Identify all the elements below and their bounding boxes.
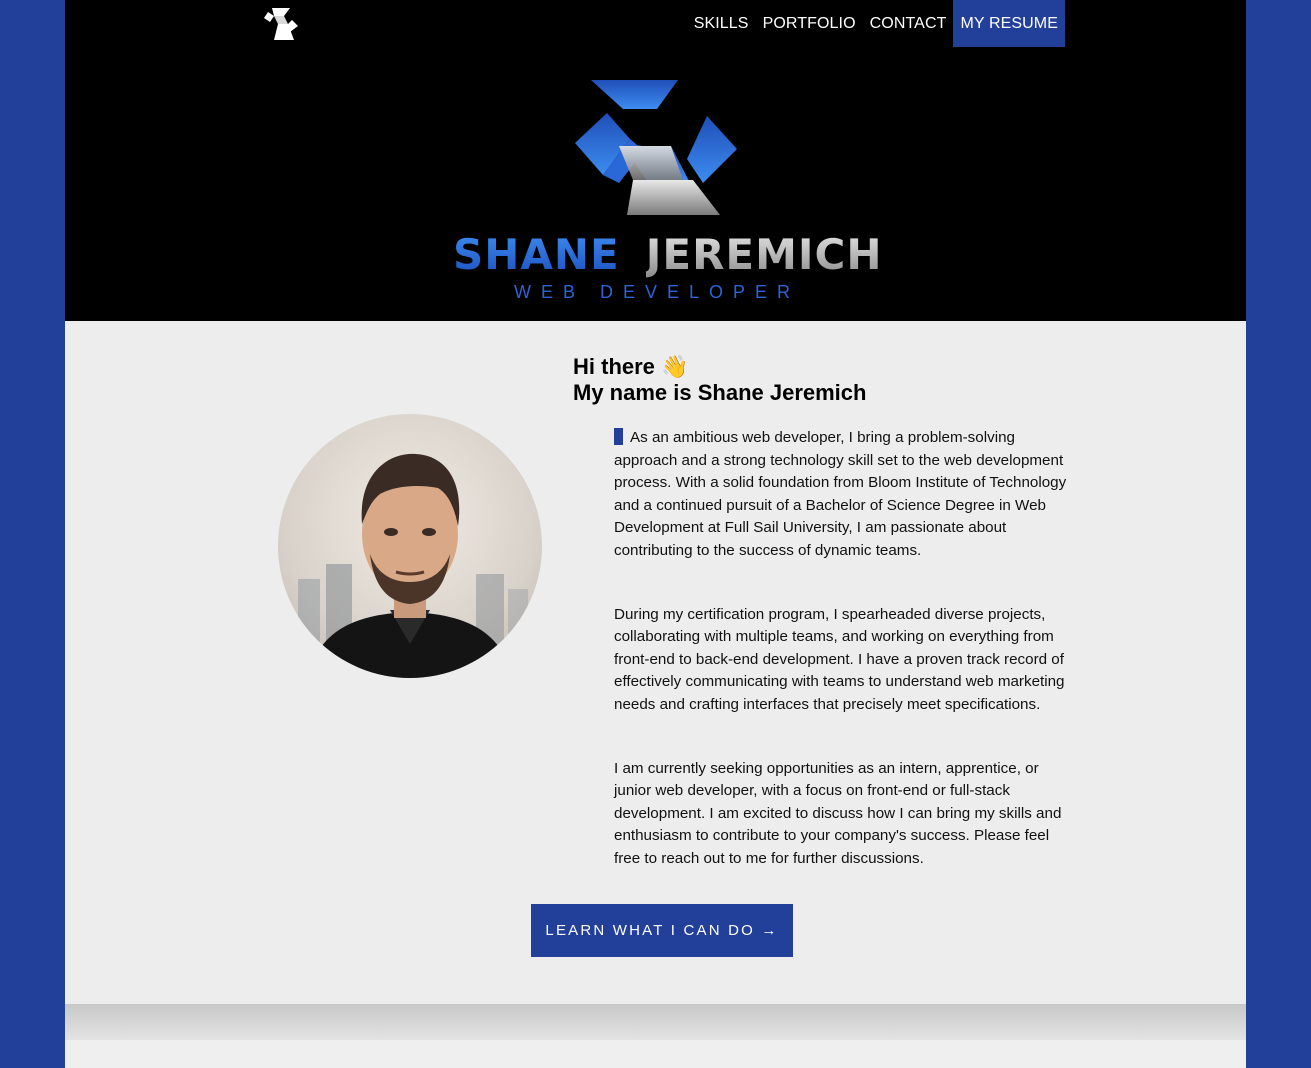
greeting-heading: Hi there 👋 My name is Shane Jeremich <box>573 354 866 406</box>
bio-paragraph-2: During my certification program, I spear… <box>614 605 1065 713</box>
nav-contact[interactable]: CONTACT <box>863 0 954 47</box>
profile-photo <box>278 414 542 678</box>
learn-what-i-can-do-button[interactable]: LEARN WHAT I CAN DO → <box>531 904 793 957</box>
bio-paragraph-3: I am currently seeking opportunities as … <box>614 759 1062 867</box>
bio-paragraph-1: As an ambitious web developer, I bring a… <box>614 427 1069 563</box>
bio-section: As an ambitious web developer, I bring a… <box>614 427 1069 912</box>
site-header: SKILLS PORTFOLIO CONTACT MY RESUME SHANE… <box>65 0 1246 321</box>
brand-name: SHANE JEREMICH <box>453 230 882 279</box>
nav-skills[interactable]: SKILLS <box>687 0 756 47</box>
s-monogram-hero-logo-icon <box>575 80 737 215</box>
s-monogram-logo-icon[interactable] <box>260 6 300 42</box>
main-nav: SKILLS PORTFOLIO CONTACT MY RESUME <box>687 0 1065 47</box>
nav-portfolio[interactable]: PORTFOLIO <box>756 0 863 47</box>
section-divider-shadow <box>65 1004 1246 1040</box>
profile-photo-portrait <box>298 453 528 678</box>
nav-my-resume[interactable]: MY RESUME <box>953 0 1065 47</box>
next-section <box>65 1040 1246 1068</box>
brand-role: WEB DEVELOPER <box>513 282 801 302</box>
greeting-line-2: My name is Shane Jeremich <box>573 380 867 405</box>
brand-last-name: JEREMICH <box>645 230 883 279</box>
page-container: SKILLS PORTFOLIO CONTACT MY RESUME SHANE… <box>65 0 1246 1068</box>
greeting-line-1: Hi there 👋 <box>573 354 689 379</box>
brand-first-name: SHANE <box>453 230 620 279</box>
